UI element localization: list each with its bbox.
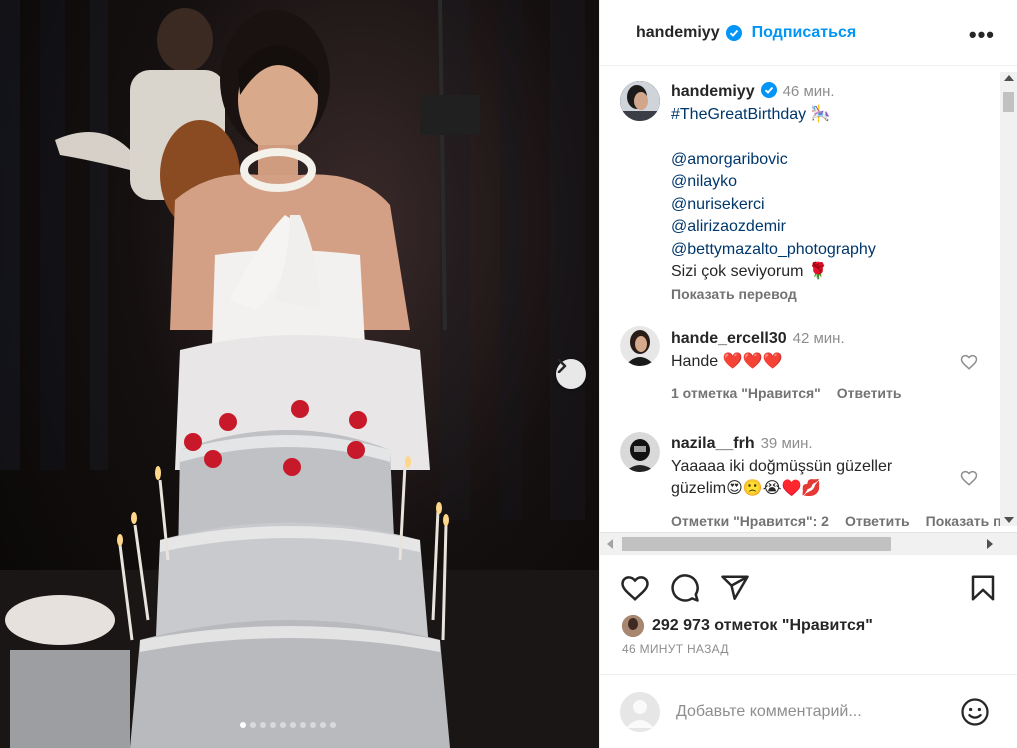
rose-emoji-icon: 🌹 (807, 263, 828, 280)
post-sidebar: handemiyy Подписаться ••• handemiyy 46 ми… (599, 0, 1017, 748)
comment-likes[interactable]: 1 отметка "Нравится" (671, 385, 821, 401)
comment-text: güzelim (671, 480, 727, 497)
carousel-dot (330, 722, 336, 728)
carousel-dot (260, 722, 266, 728)
heart-icon[interactable] (960, 353, 978, 371)
scroll-left-icon[interactable] (607, 539, 613, 549)
comment: nazila__frh 39 мин. Yaaaaa iki doğmüşsün … (671, 433, 892, 501)
reply-button[interactable]: Ответить (837, 385, 902, 401)
avatar[interactable] (620, 81, 660, 121)
mention-link[interactable]: @nilayko (671, 171, 876, 194)
comment-username[interactable]: nazila__frh (671, 435, 755, 452)
comment-input[interactable]: Добавьте комментарий... (676, 703, 862, 721)
follow-button[interactable]: Подписаться (752, 24, 857, 42)
verified-icon (760, 82, 777, 98)
mention-link[interactable]: @amorgaribovic (671, 149, 876, 172)
scroll-up-icon[interactable] (1004, 75, 1014, 81)
carousel-dot (240, 722, 246, 728)
carousel-dot (320, 722, 326, 728)
translate-link[interactable]: Показать перевод (671, 285, 876, 303)
carousel-indicator (240, 722, 336, 728)
caption-text: Sizi çok seviyorum (671, 263, 804, 280)
caption-username[interactable]: handemiyy (671, 83, 755, 100)
horse-emoji-icon: 🎠 (810, 105, 831, 123)
verified-icon (725, 24, 742, 41)
carousel-dot (290, 722, 296, 728)
heart-icon[interactable] (960, 469, 978, 487)
carousel-dot (300, 722, 306, 728)
emoji-icon[interactable] (960, 697, 990, 727)
mention-link[interactable]: @bettymazalto_photography (671, 239, 876, 262)
mention-link[interactable]: @alirizaozdemir (671, 216, 876, 239)
chevron-right-icon (557, 359, 567, 373)
heart-emoji-icon: ❤️❤️❤️ (722, 352, 783, 370)
carousel-dot (250, 722, 256, 728)
avatar[interactable] (620, 432, 660, 472)
scroll-thumb[interactable] (1003, 92, 1014, 112)
more-icon[interactable]: ••• (969, 22, 995, 48)
comment-username[interactable]: hande_ercell30 (671, 330, 787, 347)
comment-meta: Отметки "Нравится": 2 Ответить Показать п (671, 513, 1017, 529)
post-header: handemiyy Подписаться ••• (600, 0, 1017, 66)
carousel-dot (280, 722, 286, 728)
comment-text: Hande (671, 352, 719, 370)
add-comment-bar: Добавьте комментарий... (600, 674, 1017, 748)
horizontal-scrollbar[interactable] (600, 532, 1017, 554)
scroll-down-icon[interactable] (1004, 517, 1014, 523)
scroll-right-icon[interactable] (987, 539, 993, 549)
comment-text: Yaaaaa iki doğmüşsün güzeller (671, 457, 893, 475)
reply-button[interactable]: Ответить (845, 513, 910, 529)
post-time: 46 МИНУТ НАЗАД (622, 642, 729, 656)
like-count[interactable]: 292 973 отметок "Нравится" (652, 617, 873, 635)
carousel-dot (310, 722, 316, 728)
avatar (620, 692, 660, 732)
carousel-dot (270, 722, 276, 728)
mention-link[interactable]: @nurisekerci (671, 194, 876, 217)
heart-icon[interactable] (620, 573, 650, 603)
comment-meta: 1 отметка "Нравится" Ответить (671, 385, 918, 401)
save-icon[interactable] (968, 573, 998, 603)
avatar (622, 615, 644, 637)
author-username[interactable]: handemiyy (636, 24, 720, 42)
caption: handemiyy 46 мин. #TheGreatBirthday 🎠 @am… (671, 81, 876, 303)
comment-time: 39 мин. (760, 435, 813, 452)
comments-list[interactable]: handemiyy 46 мин. #TheGreatBirthday 🎠 @am… (600, 66, 1017, 554)
comment-time: 42 мин. (792, 330, 845, 347)
hashtag-link[interactable]: #TheGreatBirthday (671, 106, 806, 123)
next-slide-button[interactable] (556, 359, 586, 389)
share-icon[interactable] (720, 573, 750, 603)
scroll-thumb[interactable] (622, 537, 891, 551)
likes-row[interactable]: 292 973 отметок "Нравится" (622, 615, 873, 637)
post-photo[interactable] (0, 0, 599, 748)
comment-likes[interactable]: Отметки "Нравится": 2 (671, 513, 829, 529)
vertical-scrollbar[interactable] (1000, 72, 1017, 526)
photo-illustration (0, 0, 599, 748)
translate-link[interactable]: Показать п (926, 513, 1002, 529)
emoji-set-icon: 😍🙁😭♥️💋 (726, 480, 822, 497)
comment-icon[interactable] (670, 573, 700, 603)
caption-time: 46 мин. (782, 83, 835, 100)
comment: hande_ercell30 42 мин. Hande ❤️❤️❤️ (671, 328, 845, 373)
avatar[interactable] (620, 326, 660, 366)
post-actions: 292 973 отметок "Нравится" 46 МИНУТ НАЗА… (600, 554, 1017, 674)
